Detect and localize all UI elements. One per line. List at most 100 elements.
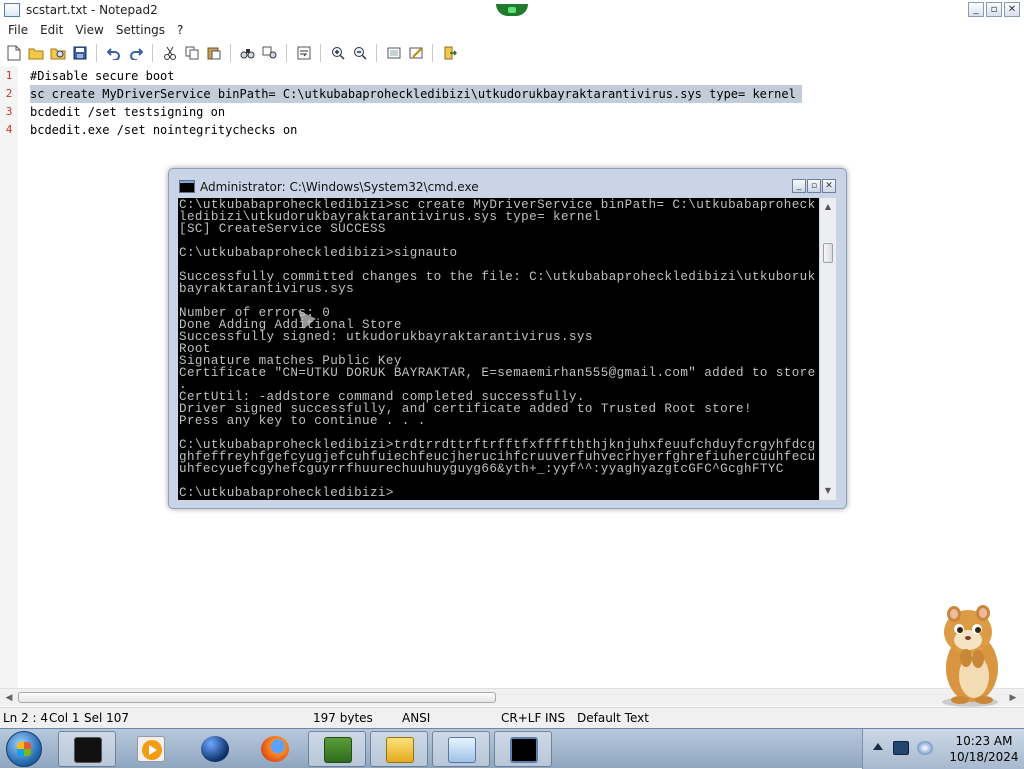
status-column: Col 1 [49, 711, 80, 725]
cmd-minimize-button[interactable]: _ [792, 179, 806, 193]
taskbar-media-player-app[interactable] [122, 731, 180, 767]
save-icon[interactable] [70, 44, 89, 63]
console-output[interactable]: C:\utkubabaproheckledibizi>sc create MyD… [178, 198, 829, 500]
cmd-title-bar[interactable]: Administrator: C:\Windows\System32\cmd.e… [169, 169, 846, 199]
toolbar-separator [152, 44, 153, 62]
menu-bar: File Edit View Settings ? [0, 20, 1024, 40]
editor-line[interactable]: 3 bcdedit /set testsigning on [0, 103, 1024, 121]
scroll-down-icon[interactable]: ▼ [823, 486, 833, 495]
taskbar-bonzi-box-app[interactable] [308, 731, 366, 767]
copy-icon[interactable] [182, 44, 201, 63]
scroll-left-icon[interactable]: ◀ [4, 693, 14, 703]
console-line: Certificate "CN=UTKU DORUK BAYRAKTAR, E=… [179, 366, 816, 380]
line-text: bcdedit /set testsigning on [30, 105, 226, 119]
status-bar: Ln 2 : 4 Col 1 Sel 107 197 bytes ANSI CR… [0, 707, 1024, 728]
cmd-scrollbar-thumb[interactable] [823, 243, 833, 263]
toolbar-separator [230, 44, 231, 62]
console-line: [SC] CreateService SUCCESS [179, 222, 386, 236]
line-number-gutter [0, 66, 18, 688]
line-number: 4 [5, 123, 13, 136]
title-badge-icon [496, 4, 528, 16]
settings-icon[interactable] [406, 44, 425, 63]
toolbar-separator [286, 44, 287, 62]
start-button[interactable] [6, 731, 42, 767]
taskbar-folder-app[interactable] [370, 731, 428, 767]
console-line: Successfully signed: utkudorukbayraktara… [179, 330, 593, 344]
view-icon[interactable] [384, 44, 403, 63]
status-line-position: Ln 2 : 4 [3, 711, 49, 725]
window-title: scstart.txt - Notepad2 [26, 3, 158, 17]
clock[interactable]: 10:23 AM 10/18/2024 [943, 733, 1024, 765]
menu-help[interactable]: ? [171, 23, 189, 37]
toolbar [0, 42, 1024, 64]
open-folder-icon[interactable] [26, 44, 45, 63]
scroll-up-icon[interactable]: ▲ [823, 202, 833, 211]
cmd-maximize-button[interactable]: ▫ [807, 179, 821, 193]
window-controls: _ ▫ ✕ [968, 2, 1020, 17]
folder-icon [386, 737, 414, 763]
taskbar-terminal-app[interactable] [58, 731, 116, 767]
status-encoding[interactable]: ANSI [402, 711, 430, 725]
replace-icon[interactable] [260, 44, 279, 63]
scrollbar-thumb[interactable] [18, 692, 496, 703]
notepad2-icon [448, 737, 476, 763]
exit-icon[interactable] [440, 44, 459, 63]
cmd-window-title: Administrator: C:\Windows\System32\cmd.e… [200, 180, 479, 194]
terminal-app-icon [74, 737, 102, 763]
editor-line-selected[interactable]: 2 sc create MyDriverService binPath= C:\… [0, 85, 1024, 103]
cmd-close-button[interactable]: ✕ [822, 179, 836, 193]
bonzi-box-icon [324, 737, 352, 763]
editor-line[interactable]: 4 bcdedit.exe /set nointegritychecks on [0, 121, 1024, 139]
status-syntax-scheme[interactable]: Default Text [577, 711, 649, 725]
volume-icon[interactable] [917, 741, 933, 755]
new-file-icon[interactable] [4, 44, 23, 63]
cmd-window-controls: _ ▫ ✕ [792, 179, 836, 193]
toolbar-separator [376, 44, 377, 62]
status-insert-mode[interactable]: INS [545, 711, 565, 725]
menu-settings[interactable]: Settings [110, 23, 171, 37]
maximize-button[interactable]: ▫ [986, 2, 1002, 17]
cmd-vertical-scrollbar[interactable]: ▲ ▼ [819, 198, 836, 500]
toolbar-separator [96, 44, 97, 62]
status-line-endings[interactable]: CR+LF [501, 711, 541, 725]
notepad-app-icon[interactable] [4, 3, 20, 17]
find-icon[interactable] [238, 44, 257, 63]
redo-icon[interactable] [126, 44, 145, 63]
zoom-out-icon[interactable] [350, 44, 369, 63]
line-text: bcdedit.exe /set nointegritychecks on [30, 123, 298, 137]
cmd-app-icon [510, 737, 538, 763]
taskbar-firefox-app[interactable] [246, 731, 304, 767]
minimize-button[interactable]: _ [968, 2, 984, 17]
line-text: sc create MyDriverService binPath= C:\ut… [30, 85, 802, 103]
browse-icon[interactable] [48, 44, 67, 63]
menu-view[interactable]: View [69, 23, 109, 37]
clock-time: 10:23 AM [955, 734, 1013, 748]
menu-edit[interactable]: Edit [34, 23, 69, 37]
undo-icon[interactable] [104, 44, 123, 63]
network-icon[interactable] [893, 741, 909, 755]
cmd-icon [179, 180, 195, 193]
console-line: C:\utkubabaproheckledibizi> [179, 486, 394, 500]
cut-icon[interactable] [160, 44, 179, 63]
console-line: uhfecyuefcgyhefcguyrrfhuurechuuhuyguyg66… [179, 462, 784, 476]
toolbar-separator [432, 44, 433, 62]
console-line: Press any key to continue . . . [179, 414, 426, 428]
horizontal-scrollbar[interactable]: ◀ ▶ [0, 688, 1024, 706]
show-hidden-icons-icon[interactable] [873, 743, 883, 750]
toolbar-separator [320, 44, 321, 62]
close-button[interactable]: ✕ [1004, 2, 1020, 17]
editor-line[interactable]: 1 #Disable secure boot [0, 67, 1024, 85]
menu-file[interactable]: File [2, 23, 34, 37]
zoom-in-icon[interactable] [328, 44, 347, 63]
paste-icon[interactable] [204, 44, 223, 63]
taskbar-cmd-app[interactable] [494, 731, 552, 767]
line-number: 2 [5, 87, 13, 100]
line-number: 3 [5, 105, 13, 118]
taskbar-globe-app[interactable] [186, 731, 244, 767]
word-wrap-icon[interactable] [294, 44, 313, 63]
cmd-window[interactable]: Administrator: C:\Windows\System32\cmd.e… [168, 168, 847, 509]
taskbar-notepad2-app[interactable] [432, 731, 490, 767]
clock-date: 10/18/2024 [949, 750, 1019, 764]
line-text: #Disable secure boot [30, 69, 175, 83]
taskbar: 10:23 AM 10/18/2024 [0, 728, 1024, 769]
